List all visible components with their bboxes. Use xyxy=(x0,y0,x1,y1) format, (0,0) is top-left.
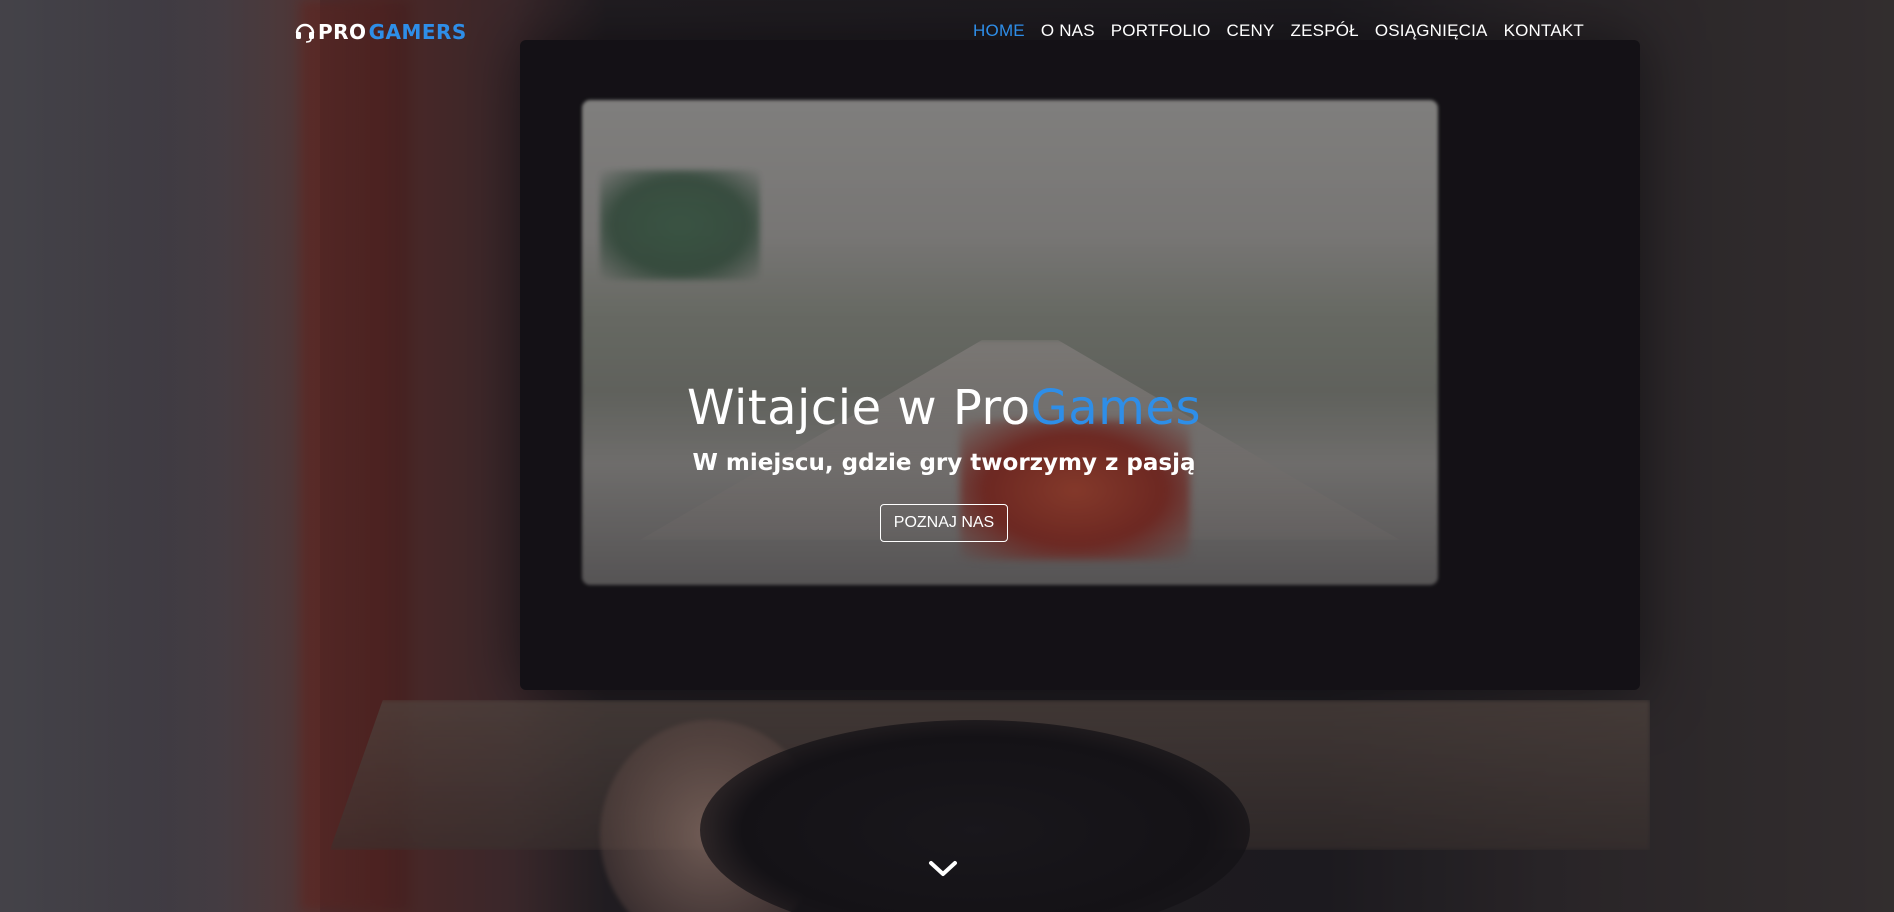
nav-item-osiagniecia[interactable]: OSIĄGNIĘCIA xyxy=(1375,21,1488,41)
hero-content: Witajcie w ProGames W miejscu, gdzie gry… xyxy=(0,380,1888,542)
hero-headline-part1: Witajcie w Pro xyxy=(687,380,1031,436)
nav-item-ceny[interactable]: CENY xyxy=(1227,21,1275,41)
nav-item-kontakt[interactable]: KONTAKT xyxy=(1504,21,1584,41)
headset-icon xyxy=(294,21,316,43)
nav-item-home[interactable]: HOME xyxy=(973,21,1025,41)
main-menu: HOME O NAS PORTFOLIO CENY ZESPÓŁ OSIĄGNI… xyxy=(973,21,1584,41)
poznaj-nas-button[interactable]: POZNAJ NAS xyxy=(879,504,1009,542)
top-navbar: PRO GAMERS HOME O NAS PORTFOLIO CENY ZESP… xyxy=(0,0,1894,64)
nav-item-zespol[interactable]: ZESPÓŁ xyxy=(1291,21,1359,41)
logo-text-gamers: GAMERS xyxy=(368,20,467,44)
nav-item-portfolio[interactable]: PORTFOLIO xyxy=(1111,21,1211,41)
brand-logo[interactable]: PRO GAMERS xyxy=(294,20,467,44)
nav-item-o-nas[interactable]: O NAS xyxy=(1041,21,1095,41)
hero-headline-accent: Games xyxy=(1030,380,1201,436)
logo-text-pro: PRO xyxy=(318,20,367,44)
chevron-down-icon[interactable] xyxy=(927,858,959,880)
hero-section: PRO GAMERS HOME O NAS PORTFOLIO CENY ZESP… xyxy=(0,0,1894,912)
hero-headline: Witajcie w ProGames xyxy=(0,380,1888,436)
hero-subheadline: W miejscu, gdzie gry tworzymy z pasją xyxy=(692,450,1196,476)
